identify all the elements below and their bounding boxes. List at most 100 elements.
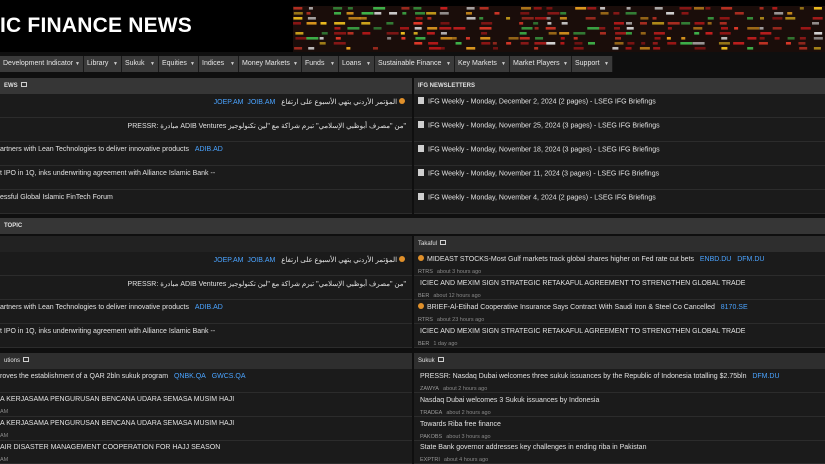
ric-link[interactable]: QNBK.QA bbox=[174, 373, 206, 380]
nav-label: Development Indicator bbox=[3, 60, 74, 67]
news-row[interactable]: PRESSR: مبادرة ADIB Ventures من "مصرف أب… bbox=[0, 118, 412, 142]
headline[interactable]: PRESSR: Nasdaq Dubai welcomes three suku… bbox=[420, 373, 780, 380]
takaful-row[interactable]: ICIEC AND MEXIM SIGN STRATEGIC RETAKAFUL… bbox=[414, 276, 825, 300]
headline-text[interactable]: A KERJASAMA PENGURUSAN BENCANA UDARA SEM… bbox=[0, 396, 234, 403]
nav-library[interactable]: Library ▼ bbox=[84, 56, 122, 72]
nav-key-markets[interactable]: Key Markets ▼ bbox=[455, 56, 510, 72]
ric-link[interactable]: DFM.DU bbox=[737, 256, 764, 263]
news-row[interactable]: artners with Lean Technologies to delive… bbox=[0, 142, 412, 166]
newsletter-row[interactable]: IFG Weekly - Monday, November 11, 2024 (… bbox=[414, 166, 825, 190]
headline-text[interactable]: State Bank governor addresses key challe… bbox=[420, 444, 646, 451]
newsletter-row[interactable]: IFG Weekly - Monday, December 2, 2024 (2… bbox=[414, 94, 825, 118]
sukuk-row[interactable]: Towards Riba free finance PAKOBS about 3 … bbox=[414, 417, 825, 441]
newsletter-link[interactable]: IFG Weekly - Monday, November 11, 2024 (… bbox=[418, 169, 659, 177]
headline[interactable]: artners with Lean Technologies to delive… bbox=[0, 304, 223, 311]
ric-link[interactable]: 8170.SE bbox=[721, 304, 748, 311]
topic-row[interactable]: PRESSR: مبادرة ADIB Ventures من "مصرف أب… bbox=[0, 276, 412, 300]
takaful-row[interactable]: MIDEAST STOCKS-Most Gulf markets track g… bbox=[414, 252, 825, 276]
ric-link[interactable]: ADIB.AD bbox=[195, 304, 223, 311]
newsletter-link[interactable]: IFG Weekly - Monday, November 18, 2024 (… bbox=[418, 145, 660, 153]
newsletter-text[interactable]: IFG Weekly - Monday, November 11, 2024 (… bbox=[428, 170, 659, 177]
takaful-row[interactable]: ICIEC AND MEXIM SIGN STRATEGIC RETAKAFUL… bbox=[414, 324, 825, 348]
news-row[interactable]: essful Global Islamic FinTech Forum bbox=[0, 190, 412, 214]
news-time: about 2 hours ago bbox=[442, 386, 488, 392]
headline-text[interactable]: AIR DISASTER MANAGEMENT COOPERATION FOR … bbox=[0, 444, 220, 451]
nav-support[interactable]: Support ▼ bbox=[572, 56, 613, 72]
ric-link[interactable]: ADIB.AD bbox=[195, 146, 223, 153]
headline-text[interactable]: المؤتمر الأردني يتهي الأسبوع على ارتفاع bbox=[281, 99, 397, 106]
newsletter-link[interactable]: IFG Weekly - Monday, November 25, 2024 (… bbox=[418, 121, 660, 129]
headline-text[interactable]: ICIEC AND MEXIM SIGN STRATEGIC RETAKAFUL… bbox=[420, 328, 745, 335]
headline[interactable]: BRIEF-Al-Etihad Cooperative Insurance Sa… bbox=[418, 303, 748, 311]
pages-icon[interactable] bbox=[23, 356, 30, 362]
newsletter-text[interactable]: IFG Weekly - Monday, November 18, 2024 (… bbox=[428, 146, 660, 153]
headline-text[interactable]: Nasdaq Dubai welcomes 3 Sukuk issuances … bbox=[420, 397, 599, 404]
headline[interactable]: MIDEAST STOCKS-Most Gulf markets track g… bbox=[418, 255, 764, 263]
chevron-down-icon: ▼ bbox=[330, 61, 335, 67]
nav-market-players[interactable]: Market Players ▼ bbox=[510, 56, 572, 72]
ric-link[interactable]: DFM.DU bbox=[752, 373, 779, 380]
headline[interactable]: artners with Lean Technologies to delive… bbox=[0, 146, 223, 153]
headline-text[interactable]: BRIEF-Al-Etihad Cooperative Insurance Sa… bbox=[427, 304, 715, 311]
headline-text[interactable]: essful Global Islamic FinTech Forum bbox=[0, 194, 113, 201]
headline-text[interactable]: PRESSR: Nasdaq Dubai welcomes three suku… bbox=[420, 373, 746, 380]
news-row[interactable]: JOEP.AM JOIB.AM المؤتمر الأردني يتهي الأ… bbox=[0, 94, 412, 118]
newsletter-text[interactable]: IFG Weekly - Monday, December 2, 2024 (2… bbox=[428, 98, 656, 105]
topic-row[interactable]: artners with Lean Technologies to delive… bbox=[0, 300, 412, 324]
newsletter-link[interactable]: IFG Weekly - Monday, December 2, 2024 (2… bbox=[418, 97, 656, 105]
topic-row[interactable]: t IPO in 1Q, inks underwriting agreement… bbox=[0, 324, 412, 348]
ric-link[interactable]: ENBD.DU bbox=[700, 256, 732, 263]
nav-sukuk[interactable]: Sukuk ▼ bbox=[122, 56, 159, 72]
newsletter-link[interactable]: IFG Weekly - Monday, November 4, 2024 (2… bbox=[418, 193, 656, 201]
institutions-row[interactable]: roves the establishment of a QAR 2bln su… bbox=[0, 369, 412, 393]
headline[interactable]: roves the establishment of a QAR 2bln su… bbox=[0, 373, 246, 380]
ric-link[interactable]: JOIB.AM bbox=[247, 257, 275, 264]
headline-text[interactable]: A KERJASAMA PENGURUSAN BENCANA UDARA SEM… bbox=[0, 420, 234, 427]
headline-text[interactable]: t IPO in 1Q, inks underwriting agreement… bbox=[0, 170, 215, 177]
takaful-row[interactable]: BRIEF-Al-Etihad Cooperative Insurance Sa… bbox=[414, 300, 825, 324]
sukuk-row[interactable]: Nasdaq Dubai welcomes 3 Sukuk issuances … bbox=[414, 393, 825, 417]
newsletter-row[interactable]: IFG Weekly - Monday, November 18, 2024 (… bbox=[414, 142, 825, 166]
document-icon bbox=[418, 97, 424, 104]
topic-row[interactable]: JOEP.AM JOIB.AM المؤتمر الأردني يتهي الأ… bbox=[0, 252, 412, 276]
sukuk-row[interactable]: PRESSR: Nasdaq Dubai welcomes three suku… bbox=[414, 369, 825, 393]
ric-link[interactable]: JOEP.AM bbox=[214, 99, 244, 106]
nav-sustainable-finance[interactable]: Sustainable Finance ▼ bbox=[375, 56, 455, 72]
nav-equities[interactable]: Equities ▼ bbox=[159, 56, 199, 72]
newsletter-text[interactable]: IFG Weekly - Monday, November 4, 2024 (2… bbox=[428, 194, 656, 201]
institutions-row[interactable]: A KERJASAMA PENGURUSAN BENCANA UDARA SEM… bbox=[0, 417, 412, 441]
nav-funds[interactable]: Funds ▼ bbox=[302, 56, 339, 72]
chevron-down-icon: ▼ bbox=[190, 61, 195, 67]
nav-money-markets[interactable]: Money Markets ▼ bbox=[239, 56, 302, 72]
pages-icon[interactable] bbox=[440, 239, 447, 245]
headline-text[interactable]: roves the establishment of a QAR 2bln su… bbox=[0, 373, 168, 380]
institutions-row[interactable]: A KERJASAMA PENGURUSAN BENCANA UDARA SEM… bbox=[0, 393, 412, 417]
institutions-row[interactable]: AIR DISASTER MANAGEMENT COOPERATION FOR … bbox=[0, 441, 412, 464]
nav-label: Sukuk bbox=[125, 60, 145, 67]
ric-link[interactable]: JOIB.AM bbox=[247, 99, 275, 106]
newsletter-row[interactable]: IFG Weekly - Monday, November 25, 2024 (… bbox=[414, 118, 825, 142]
headline-text[interactable]: PRESSR: مبادرة ADIB Ventures من "مصرف أب… bbox=[128, 280, 406, 288]
newsletter-row[interactable]: IFG Weekly - Monday, November 4, 2024 (2… bbox=[414, 190, 825, 214]
nav-indices[interactable]: Indices ▼ bbox=[199, 56, 239, 72]
headline[interactable]: JOEP.AM JOIB.AM المؤتمر الأردني يتهي الأ… bbox=[214, 98, 408, 106]
headline-text[interactable]: PRESSR: مبادرة ADIB Ventures من "مصرف أب… bbox=[128, 122, 406, 130]
headline-text[interactable]: artners with Lean Technologies to delive… bbox=[0, 146, 189, 153]
headline-text[interactable]: t IPO in 1Q, inks underwriting agreement… bbox=[0, 328, 215, 335]
headline-text[interactable]: MIDEAST STOCKS-Most Gulf markets track g… bbox=[427, 256, 694, 263]
news-row[interactable]: t IPO in 1Q, inks underwriting agreement… bbox=[0, 166, 412, 190]
headline-text[interactable]: المؤتمر الأردني يتهي الأسبوع على ارتفاع bbox=[281, 257, 397, 264]
headline-text[interactable]: artners with Lean Technologies to delive… bbox=[0, 304, 189, 311]
headline[interactable]: JOEP.AM JOIB.AM المؤتمر الأردني يتهي الأ… bbox=[214, 256, 408, 264]
sukuk-row[interactable]: State Bank governor addresses key challe… bbox=[414, 441, 825, 464]
pages-icon[interactable] bbox=[437, 356, 444, 362]
ric-link[interactable]: GWCS.QA bbox=[212, 373, 246, 380]
headline-text[interactable]: ICIEC AND MEXIM SIGN STRATEGIC RETAKAFUL… bbox=[420, 280, 745, 287]
headline-text[interactable]: Towards Riba free finance bbox=[420, 421, 501, 428]
pages-icon[interactable] bbox=[20, 81, 27, 87]
nav-development-indicator[interactable]: Development Indicator ▼ bbox=[0, 56, 84, 72]
news-time: about 12 hours ago bbox=[433, 293, 481, 299]
newsletter-text[interactable]: IFG Weekly - Monday, November 25, 2024 (… bbox=[428, 122, 660, 129]
nav-loans[interactable]: Loans ▼ bbox=[339, 56, 375, 72]
ric-link[interactable]: JOEP.AM bbox=[214, 257, 244, 264]
